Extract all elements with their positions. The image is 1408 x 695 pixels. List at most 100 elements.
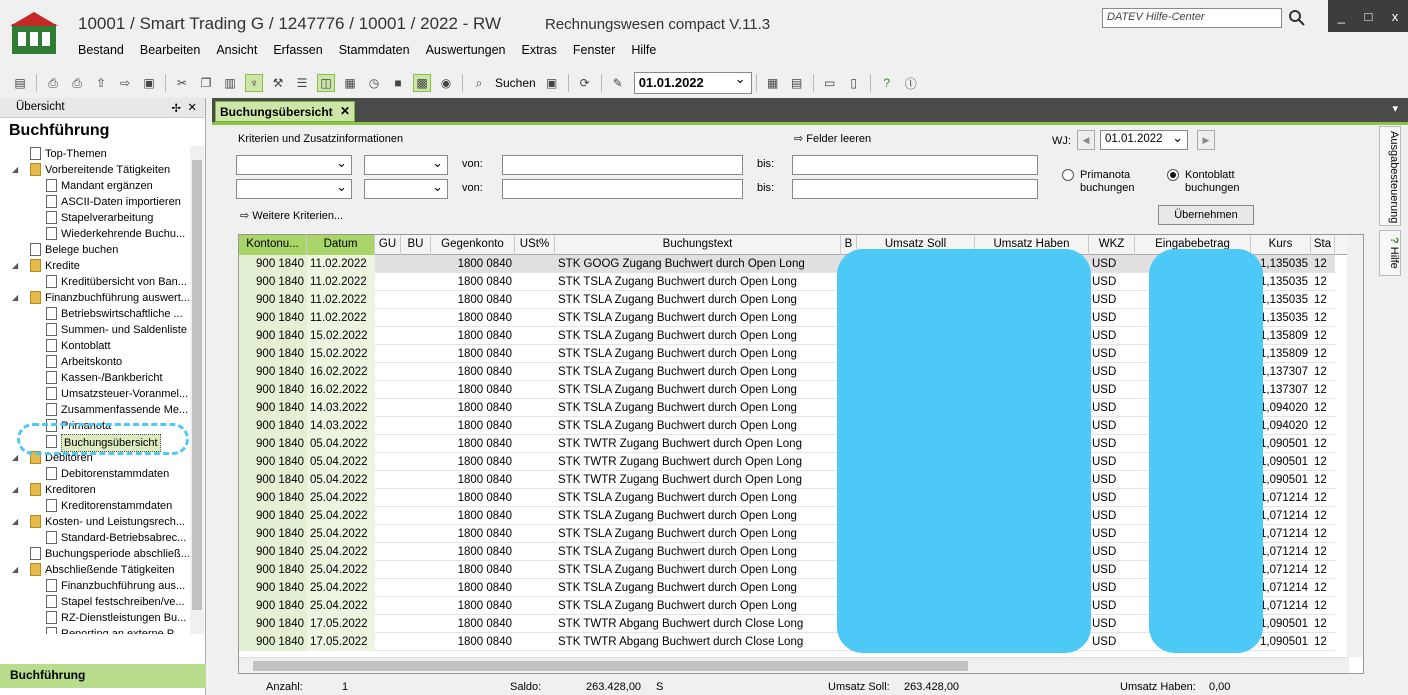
from-input-2[interactable]	[502, 179, 743, 199]
column-header[interactable]: Kurs	[1251, 235, 1311, 255]
search-button[interactable]: Suchen	[495, 76, 536, 90]
expand-chevron-icon[interactable]: ◢	[12, 162, 22, 178]
grid-vertical-scrollbar[interactable]	[1347, 235, 1363, 657]
lex-icon[interactable]: ⓛ	[902, 74, 920, 92]
expand-chevron-icon[interactable]: ◢	[12, 450, 22, 466]
column-header[interactable]: Buchungstext	[555, 235, 841, 255]
menu-auswertungen[interactable]: Auswertungen	[418, 43, 514, 57]
grid-horizontal-scrollbar[interactable]	[239, 657, 1349, 673]
tree-item[interactable]: Umsatzsteuer-Voranmel...	[0, 386, 190, 402]
expand-chevron-icon[interactable]: ◢	[12, 562, 22, 578]
pin-icon[interactable]: ✢	[171, 101, 181, 115]
tree-item[interactable]: Betriebswirtschaftliche ...	[0, 306, 190, 322]
tab-buchungsuebersicht[interactable]: Buchungsübersicht ✕	[215, 101, 355, 122]
tree-item[interactable]: Top-Themen	[0, 146, 190, 162]
box-icon[interactable]: ■	[389, 74, 407, 92]
criteria-select-2[interactable]	[236, 179, 352, 199]
menu-extras[interactable]: Extras	[513, 43, 564, 57]
column-header[interactable]: WKZ	[1089, 235, 1135, 255]
column-header[interactable]: Datum	[307, 235, 375, 255]
tree-item[interactable]: Stapel festschreiben/ve...	[0, 594, 190, 610]
copy-icon[interactable]: ❐	[197, 74, 215, 92]
expand-chevron-icon[interactable]: ◢	[12, 482, 22, 498]
tree-item[interactable]: Zusammenfassende Me...	[0, 402, 190, 418]
column-header[interactable]: BU	[401, 235, 431, 255]
tree-item[interactable]: Finanzbuchführung aus...	[0, 578, 190, 594]
find-icon[interactable]: ⌕	[470, 74, 488, 92]
export-icon[interactable]: ▣	[140, 74, 158, 92]
wj-next-button[interactable]: ▶	[1197, 130, 1215, 150]
tree-item[interactable]: Mandant ergänzen	[0, 178, 190, 194]
expand-chevron-icon[interactable]: ◢	[12, 514, 22, 530]
menu-bearbeiten[interactable]: Bearbeiten	[132, 43, 208, 57]
wj-prev-button[interactable]: ◀	[1077, 130, 1095, 150]
print-icon[interactable]: ⎙	[68, 74, 86, 92]
cut-icon[interactable]: ✂	[173, 74, 191, 92]
expand-chevron-icon[interactable]: ◢	[12, 290, 22, 306]
menu-hilfe[interactable]: Hilfe	[623, 43, 664, 57]
layout-icon[interactable]: ◫	[317, 74, 335, 92]
menu-fenster[interactable]: Fenster	[565, 43, 623, 57]
paste-icon[interactable]: ▥	[221, 74, 239, 92]
save-icon[interactable]: ▣	[543, 74, 561, 92]
side-tab-hilfe[interactable]: ? Hilfe	[1379, 230, 1401, 276]
close-panel-icon[interactable]: ✕	[187, 100, 197, 114]
date-selector[interactable]: 01.01.2022	[633, 71, 752, 94]
minimize-button[interactable]: _	[1338, 9, 1345, 24]
column-header[interactable]: Gegenkonto	[431, 235, 515, 255]
help-icon[interactable]: ?	[878, 74, 896, 92]
tree-item[interactable]: ASCII-Daten importieren	[0, 194, 190, 210]
forward-icon[interactable]: ⇨	[116, 74, 134, 92]
tree-item[interactable]: Wiederkehrende Buchu...	[0, 226, 190, 242]
indent-icon[interactable]: ☰	[293, 74, 311, 92]
section-buchfuehrung-button[interactable]: Buchführung	[0, 664, 206, 688]
calculator-icon[interactable]: ▦	[764, 74, 782, 92]
to-input-2[interactable]	[792, 179, 1038, 199]
edit-icon[interactable]: ✎	[609, 74, 627, 92]
criteria-select-1[interactable]	[236, 155, 352, 175]
primanota-radio[interactable]	[1062, 169, 1074, 181]
calc-view-icon[interactable]: ▩	[413, 74, 431, 92]
tree-scroll-thumb[interactable]	[192, 160, 202, 610]
side-tab-ausgabesteuerung[interactable]: Ausgabesteuerung	[1379, 126, 1401, 226]
tree-item[interactable]: ◢ Vorbereitende Tätigkeiten	[0, 162, 190, 178]
tree-item[interactable]: ◢ Kredite	[0, 258, 190, 274]
menu-stammdaten[interactable]: Stammdaten	[331, 43, 418, 57]
tab-menu-chevron-icon[interactable]: ▾	[1392, 102, 1398, 115]
print-preview-icon[interactable]: ⎙	[44, 74, 62, 92]
menu-ansicht[interactable]: Ansicht	[208, 43, 265, 57]
tree-scrollbar[interactable]	[190, 146, 204, 634]
list-icon[interactable]: ▦	[341, 74, 359, 92]
book-icon[interactable]: ▯	[845, 74, 863, 92]
operator-select-1[interactable]	[364, 155, 448, 175]
wj-select[interactable]: 01.01.2022	[1100, 130, 1188, 150]
more-criteria-link[interactable]: ⇨ Weitere Kriterien...	[240, 209, 343, 222]
tree-item[interactable]: ◢ Finanzbuchführung auswert...	[0, 290, 190, 306]
column-header[interactable]: GU	[375, 235, 401, 255]
tree-item[interactable]: Kreditübersicht von Ban...	[0, 274, 190, 290]
kontoblatt-radio[interactable]	[1167, 169, 1179, 181]
tree-item[interactable]: ◢ Kreditoren	[0, 482, 190, 498]
column-header[interactable]: USt%	[515, 235, 555, 255]
menu-bestand[interactable]: Bestand	[70, 43, 132, 57]
search-icon[interactable]	[1288, 9, 1306, 27]
apply-button[interactable]: Übernehmen	[1158, 205, 1254, 225]
column-header[interactable]: Sta	[1311, 235, 1335, 255]
menu-erfassen[interactable]: Erfassen	[265, 43, 330, 57]
refresh-icon[interactable]: ⟳	[576, 74, 594, 92]
ledger-icon[interactable]: ▤	[788, 74, 806, 92]
operator-select-2[interactable]	[364, 179, 448, 199]
tree-item[interactable]: Standard-Betriebsabrec...	[0, 530, 190, 546]
to-input-1[interactable]	[792, 155, 1038, 175]
briefcase-icon[interactable]: ▭	[821, 74, 839, 92]
tree-item[interactable]: Debitorenstammdaten	[0, 466, 190, 482]
help-center-search-input[interactable]: DATEV Hilfe-Center	[1102, 8, 1282, 28]
close-tab-icon[interactable]: ✕	[340, 104, 350, 118]
maximize-button[interactable]: □	[1364, 9, 1372, 24]
tree-icon[interactable]: ♆	[245, 74, 263, 92]
open-folder-icon[interactable]: ▤	[11, 74, 29, 92]
tree-item[interactable]: Kreditorenstammdaten	[0, 498, 190, 514]
tree-item[interactable]: Belege buchen	[0, 242, 190, 258]
tree-item[interactable]: ◢ Abschließende Tätigkeiten	[0, 562, 190, 578]
tree-item[interactable]: RZ-Dienstleistungen Bu...	[0, 610, 190, 626]
